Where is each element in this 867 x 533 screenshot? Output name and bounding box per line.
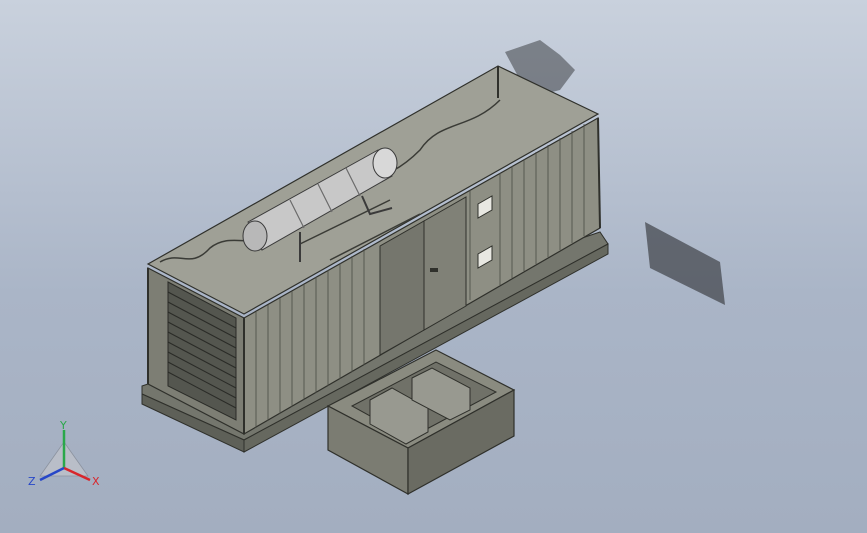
cad-viewport[interactable]: Y X Z: [0, 0, 867, 533]
y-axis-label: Y: [59, 419, 67, 432]
shadow-smudge-right: [645, 222, 725, 305]
x-axis-label: X: [92, 475, 100, 488]
generator-model[interactable]: [0, 0, 867, 533]
orientation-triad[interactable]: Y X Z: [22, 418, 112, 498]
door-handle[interactable]: [430, 268, 438, 272]
z-axis-label: Z: [28, 475, 36, 488]
access-door-right[interactable]: [423, 196, 467, 331]
